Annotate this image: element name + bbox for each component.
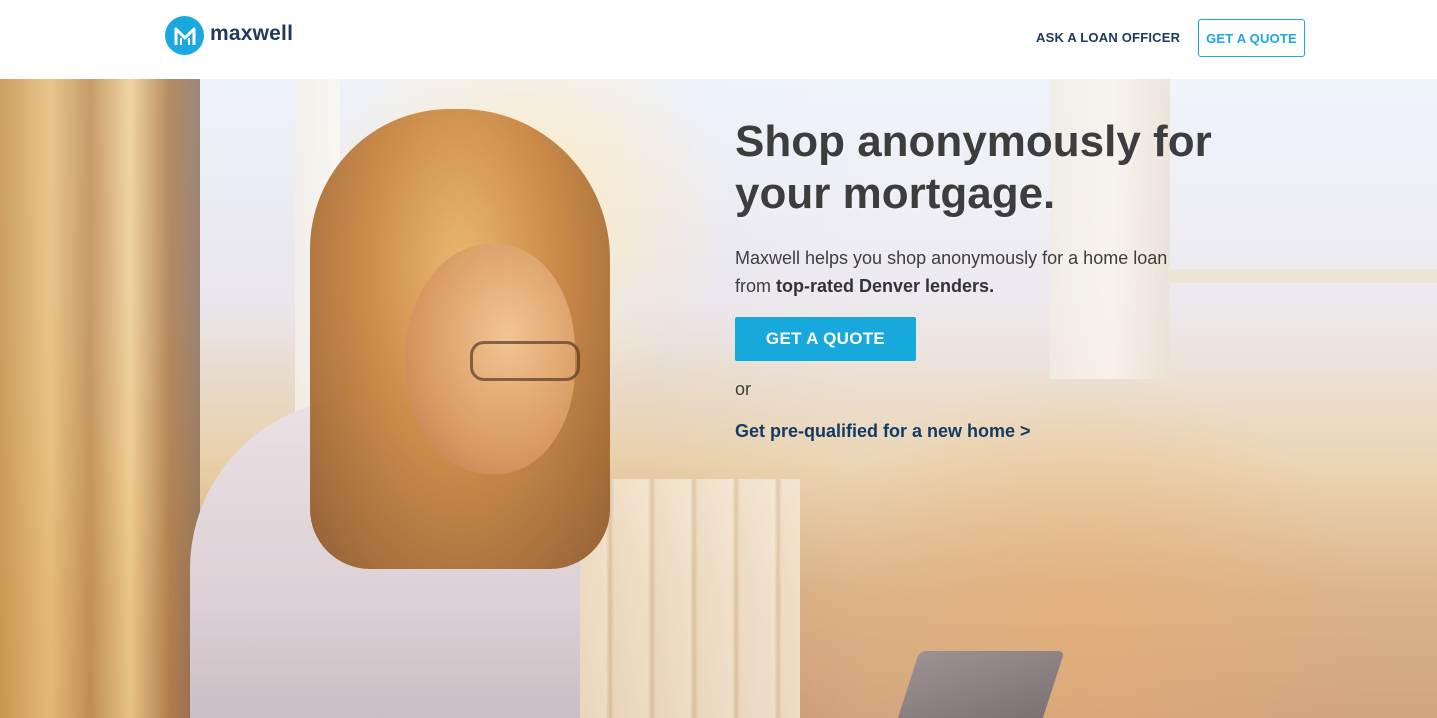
hero-get-quote-button[interactable]: GET A QUOTE [735, 317, 916, 361]
or-separator: or [735, 379, 752, 399]
header-get-quote-button[interactable]: GET A QUOTE [1198, 19, 1305, 57]
maxwell-logo[interactable]: maxwell [165, 16, 293, 55]
maxwell-logo-icon [165, 16, 204, 55]
hero-subtext-bold: top-rated Denver lenders. [776, 276, 995, 296]
ask-loan-officer-link[interactable]: ASK A LOAN OFFICER [1036, 30, 1180, 45]
hero-headline: Shop anonymously for your mortgage. [735, 117, 1212, 218]
prequalify-link[interactable]: Get pre-qualified for a new home > [735, 421, 1255, 442]
hero-content: Shop anonymously for your mortgage. Maxw… [735, 116, 1255, 442]
hero-subtext: Maxwell helps you shop anonymously for a… [735, 244, 1205, 300]
logo-wordmark: maxwell [210, 21, 294, 45]
site-header: maxwell ASK A LOAN OFFICER GET A QUOTE [0, 0, 1437, 79]
